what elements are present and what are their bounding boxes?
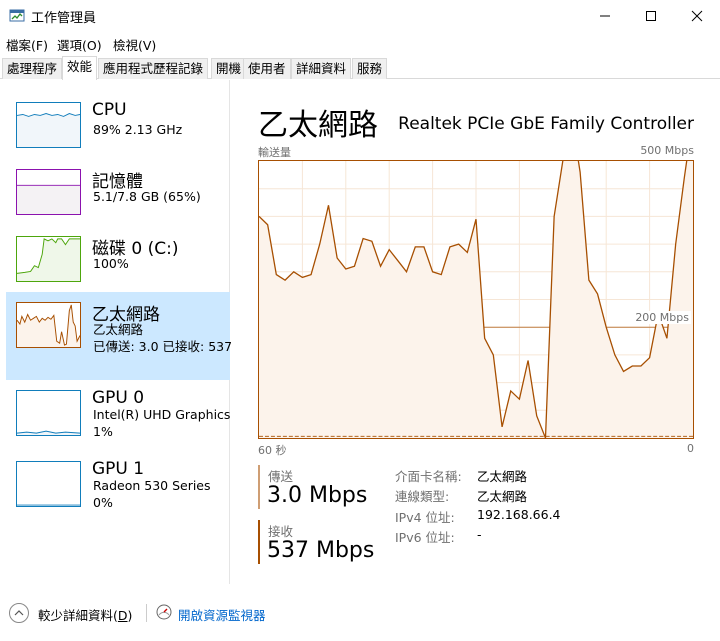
task-manager-icon (9, 9, 25, 22)
gpu1-thumbnail (16, 461, 81, 507)
resource-detail: 100% (93, 256, 129, 271)
send-indicator (258, 465, 260, 509)
mid-scale-label: 200 Mbps (633, 311, 691, 324)
resource-detail: 89% 2.13 GHz (93, 122, 183, 137)
title-bar: 工作管理員 (0, 0, 720, 32)
resource-detail-2: 0% (93, 495, 113, 510)
menu-options[interactable]: 選項(O) (57, 35, 102, 54)
resource-gpu1[interactable]: GPU 1 Radeon 530 Series 0% (6, 451, 230, 539)
gpu0-thumbnail (16, 390, 81, 436)
prop-label-ipv4: IPv4 位址: (395, 510, 455, 525)
disk-thumbnail (16, 236, 81, 282)
menu-bar: 檔案(F) 選項(O) 檢視(V) (0, 32, 720, 54)
minimize-button[interactable] (582, 0, 628, 32)
resource-detail-2: 已傳送: 3.0 已接收: 537 (93, 339, 233, 354)
chevron-up-icon (14, 610, 24, 616)
menu-view[interactable]: 檢視(V) (113, 35, 156, 54)
footer: 較少詳細資料(D) 開啟資源監視器 (0, 600, 720, 630)
resource-monitor-icon (156, 604, 172, 620)
time-now-label: 0 (687, 442, 694, 455)
tab-users[interactable]: 使用者 (243, 58, 291, 79)
tab-app-history[interactable]: 應用程式歷程記錄 (98, 58, 209, 79)
throughput-graph (258, 160, 694, 439)
memory-thumbnail (16, 169, 81, 215)
tab-details[interactable]: 詳細資料 (291, 58, 352, 79)
menu-file[interactable]: 檔案(F) (6, 35, 48, 54)
throughput-label: 輸送量 (258, 146, 291, 159)
ethernet-detail-panel: 乙太網路 Realtek PCIe GbE Family Controller … (231, 80, 720, 584)
resource-detail-2: 1% (93, 424, 113, 439)
tab-processes[interactable]: 處理程序 (2, 58, 63, 79)
close-icon (691, 10, 703, 22)
tab-performance[interactable]: 效能 (62, 56, 98, 80)
prop-value-adapter: 乙太網路 (477, 469, 528, 484)
open-resource-monitor-link[interactable]: 開啟資源監視器 (178, 605, 266, 624)
receive-indicator (258, 520, 260, 564)
window-title: 工作管理員 (31, 11, 97, 26)
cpu-thumbnail (16, 102, 81, 148)
send-value: 3.0 Mbps (267, 483, 368, 508)
tab-startup[interactable]: 開機 (211, 58, 247, 79)
receive-value: 537 Mbps (267, 538, 375, 563)
minimize-icon (600, 15, 610, 17)
resource-detail: Radeon 530 Series (93, 478, 211, 493)
prop-label-ipv6: IPv6 位址: (395, 530, 455, 545)
footer-divider (146, 604, 147, 622)
resource-name: GPU 0 (92, 388, 145, 408)
maximize-icon (646, 11, 656, 21)
maximize-button[interactable] (628, 0, 674, 32)
prop-value-ipv4: 192.168.66.4 (477, 507, 561, 522)
tab-services[interactable]: 服務 (352, 58, 388, 79)
page-title: 乙太網路 (258, 108, 378, 143)
adapter-name: Realtek PCIe GbE Family Controller (398, 114, 694, 134)
fewer-details-button[interactable] (9, 603, 29, 623)
max-scale-label: 500 Mbps (640, 144, 694, 157)
resource-name: CPU (92, 100, 127, 120)
tab-bar: 處理程序 效能 應用程式歷程記錄 開機 使用者 詳細資料 服務 (0, 56, 720, 80)
resource-list: CPU 89% 2.13 GHz 記憶體 5.1/7.8 GB (65%) 磁碟… (0, 80, 233, 584)
fewer-details-link[interactable]: 較少詳細資料(D) (38, 605, 132, 624)
close-button[interactable] (674, 0, 720, 32)
prop-label-connection: 連線類型: (395, 489, 450, 504)
resource-detail: 5.1/7.8 GB (65%) (93, 189, 201, 204)
resource-ethernet[interactable]: 乙太網路 乙太網路 已傳送: 3.0 已接收: 537 (6, 292, 233, 380)
prop-value-ipv6: - (477, 527, 482, 542)
prop-value-connection: 乙太網路 (477, 489, 528, 504)
resource-name: GPU 1 (92, 459, 145, 479)
time-window-label: 60 秒 (258, 444, 287, 457)
prop-label-adapter: 介面卡名稱: (395, 469, 462, 484)
resource-detail: Intel(R) UHD Graphics (93, 407, 231, 422)
ethernet-thumbnail (16, 302, 81, 348)
